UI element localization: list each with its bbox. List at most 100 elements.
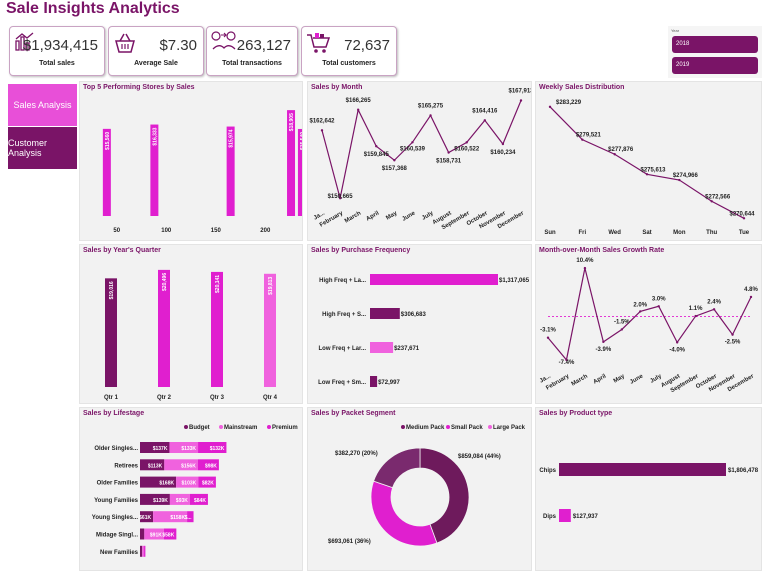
bar-value-label: $61K — [139, 515, 151, 521]
data-label: $160,539 — [400, 146, 426, 152]
pie-slice — [370, 480, 438, 547]
bar-value-label: $82K — [202, 481, 214, 487]
data-point — [694, 314, 697, 318]
bar-value-label: $103K — [182, 481, 197, 487]
y-tick-label: High Freq + La... — [319, 278, 366, 284]
data-label: -7.4% — [559, 360, 575, 366]
data-label: 3.0% — [652, 296, 666, 302]
y-tick-label: Low Freq + Sm... — [318, 380, 366, 386]
bar-segment — [140, 545, 143, 557]
series-line — [549, 106, 745, 219]
legend-swatch — [267, 425, 271, 429]
x-tick-label: Sun — [544, 230, 556, 236]
legend-swatch — [219, 425, 223, 429]
bar-segment — [140, 528, 145, 540]
card-mom-growth: Month-over-Month Sales Growth Rate -3.1%… — [536, 245, 761, 403]
packet-chart: Medium Pack Small Pack Large Pack $859,084 … — [328, 425, 526, 547]
bar-value-label: $15,974 — [229, 129, 235, 147]
data-point — [393, 159, 396, 162]
legend-label: Budget — [189, 425, 210, 431]
slicer-option-2019[interactable]: 2019 — [672, 57, 758, 74]
bar-value-label: $91K — [150, 533, 162, 539]
kpi-label: Average Sale — [134, 60, 178, 67]
data-label: $167,913 — [508, 88, 531, 94]
data-label: $279,521 — [576, 133, 602, 139]
data-point — [429, 114, 432, 117]
nav-customer-analysis[interactable]: Customer Analysis — [8, 127, 77, 169]
bar-value-label: $158K — [170, 515, 185, 521]
kpi-value: 72,637 — [344, 37, 390, 54]
kpi-label: Total customers — [322, 60, 376, 67]
bar-value-label: $168K — [159, 481, 174, 487]
bar-value-label: $132K — [210, 446, 225, 452]
data-label: -4.0% — [669, 347, 685, 353]
bar — [559, 463, 726, 476]
mom-growth-chart: -3.1% -7.4% 10.4% -3.9% -1.5% 2.0% 3.0% -4.0% 1.… — [539, 258, 759, 394]
product-chart: Chips $1,806,478 Dips $127,937 — [539, 463, 759, 522]
kpi-value: 263,127 — [236, 37, 291, 54]
card-sales-month: Sales by Month $162,642 $150,665 $166,265 $… — [308, 82, 531, 240]
y-tick-label: Young Singles... — [92, 515, 139, 521]
bar-value-label: $58K — [162, 533, 174, 539]
y-tick-label: Older Families — [97, 481, 139, 487]
card-purchase-freq: Sales by Purchase Frequency High Freq + … — [308, 245, 531, 403]
data-label: $160,234 — [490, 150, 516, 156]
data-point — [519, 99, 523, 102]
bar — [370, 376, 378, 387]
data-label: $277,876 — [608, 147, 634, 153]
slicer-option-2018[interactable]: 2018 — [672, 36, 758, 53]
data-label: -3.1% — [540, 328, 556, 334]
data-label: $859,084 (44%) — [458, 454, 501, 460]
data-point — [602, 340, 605, 344]
bar — [370, 342, 394, 353]
x-tick-label: 100 — [161, 228, 172, 234]
bar — [370, 308, 400, 319]
data-label: $159,845 — [364, 152, 390, 158]
bar-value-label: $98K — [205, 463, 217, 469]
page-title: Sale Insights Analytics — [6, 0, 180, 17]
x-tick-label: March — [344, 210, 363, 224]
bar-value-label: $15,540 — [300, 132, 302, 150]
card-quarter: Sales by Year's Quarter $19,016 Qtr 1 $20,… — [80, 245, 302, 403]
x-tick-label: Fri — [578, 230, 586, 236]
nav-sales-analysis[interactable]: Sales Analysis — [8, 84, 77, 126]
data-label: $150,665 — [328, 194, 354, 200]
data-point — [583, 266, 587, 270]
purchase-freq-chart: High Freq + La... $1,317,065 High Freq + S… — [318, 274, 530, 387]
card-weekly: Weekly Sales Distribution $283,229 $279,5… — [536, 82, 761, 240]
data-label: $270,644 — [729, 211, 755, 217]
bar-value-label: $20,141 — [215, 275, 221, 293]
legend-label: Premium — [272, 425, 298, 431]
x-tick-label: Sat — [642, 230, 651, 236]
bar-value-label: $16,333 — [152, 127, 158, 145]
bar-value-label: $156K — [181, 463, 196, 469]
x-tick-label: 50 — [113, 228, 120, 234]
legend-swatch — [184, 425, 188, 429]
x-tick-label: April — [365, 210, 380, 222]
bar-segment — [142, 545, 145, 557]
bar-value-label: $139K — [153, 498, 168, 504]
data-label: $165,275 — [418, 103, 444, 109]
kpi-total-sales: $1,934,415 Total sales — [9, 26, 105, 76]
data-point — [749, 295, 753, 299]
data-point — [501, 142, 505, 146]
legend-swatch — [401, 425, 405, 429]
x-tick-label: 150 — [211, 228, 222, 234]
x-tick-label: Qtr 3 — [210, 395, 225, 401]
legend-label: Small Pack — [451, 425, 483, 431]
bar-value-label: $15,560 — [105, 132, 111, 150]
kpi-value: $1,934,415 — [22, 37, 98, 54]
x-tick-label: May — [613, 373, 627, 384]
data-label: 1.1% — [689, 306, 703, 312]
card-product: Sales by Product type Chips $1,806,478 Dip… — [536, 408, 761, 570]
pie-slice — [373, 447, 421, 489]
data-point — [356, 108, 360, 112]
data-label: $275,613 — [640, 167, 666, 173]
y-tick-label: High Freq + S... — [322, 312, 366, 318]
card-lifestage: Sales by Lifestage Budget Mainstream Premi… — [80, 408, 302, 570]
y-tick-label: Low Freq + Lar... — [318, 346, 366, 352]
data-label: $693,061 (36%) — [328, 539, 371, 545]
kpi-value: $7.30 — [159, 37, 197, 54]
x-tick-label: June — [401, 210, 417, 223]
data-label: $166,265 — [346, 98, 372, 104]
